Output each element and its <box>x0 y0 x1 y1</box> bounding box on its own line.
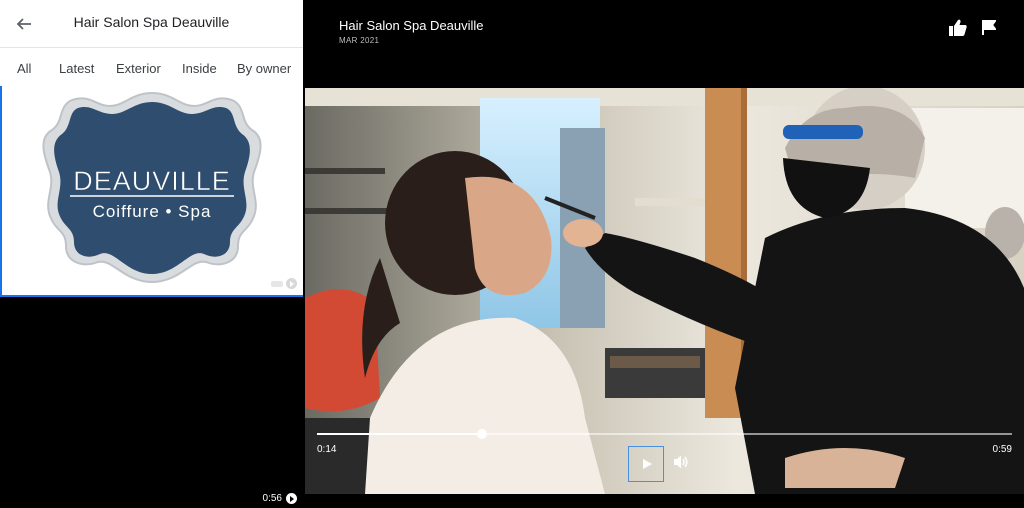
left-panel-title: Hair Salon Spa Deauville <box>73 14 230 30</box>
play-circle-icon <box>286 278 297 289</box>
play-icon <box>642 459 652 469</box>
volume-button[interactable] <box>673 454 693 474</box>
tab-by-owner[interactable]: By owner <box>237 61 291 76</box>
deauville-logo: DEAUVILLE Coiffure • Spa <box>42 91 262 284</box>
left-panel: Hair Salon Spa Deauville All Latest Exte… <box>0 0 303 508</box>
logo-text-coiffure-spa: Coiffure • Spa <box>93 202 212 221</box>
volume-icon <box>674 455 688 469</box>
report-button[interactable] <box>982 20 997 40</box>
duration-label: 0:56 <box>262 493 282 504</box>
viewer-date: MAR 2021 <box>339 36 380 45</box>
flag-icon <box>982 20 997 35</box>
total-time: 0:59 <box>992 444 1012 455</box>
play-button[interactable] <box>628 446 664 482</box>
tab-exterior[interactable]: Exterior <box>116 61 161 76</box>
play-circle-icon <box>286 493 297 504</box>
progress-scrubber[interactable] <box>476 429 487 439</box>
tab-latest[interactable]: Latest <box>59 61 94 76</box>
tab-inside[interactable]: Inside <box>182 61 217 76</box>
progress-fill <box>317 433 482 435</box>
thumbs-up-icon <box>949 19 967 36</box>
viewer-title: Hair Salon Spa Deauville <box>339 18 484 33</box>
left-header: Hair Salon Spa Deauville <box>0 0 303 48</box>
logo-text-deauville: DEAUVILLE <box>73 166 231 196</box>
photo-category-tabs: All Latest Exterior Inside By owner <box>0 48 303 86</box>
current-time: 0:14 <box>317 444 337 455</box>
media-viewer: Hair Salon Spa Deauville MAR 2021 0:14 0… <box>305 0 1024 508</box>
video-thumbnail-duration[interactable]: 0:56 <box>263 493 297 504</box>
thumbnail-badge <box>271 278 297 289</box>
photo-viewer: Hair Salon Spa Deauville All Latest Exte… <box>0 0 1024 508</box>
photo-thumbnail-logo[interactable]: DEAUVILLE Coiffure • Spa <box>0 86 303 297</box>
video-progress-bar[interactable] <box>317 429 1012 439</box>
tab-all[interactable]: All <box>17 61 31 76</box>
like-button[interactable] <box>949 19 967 41</box>
